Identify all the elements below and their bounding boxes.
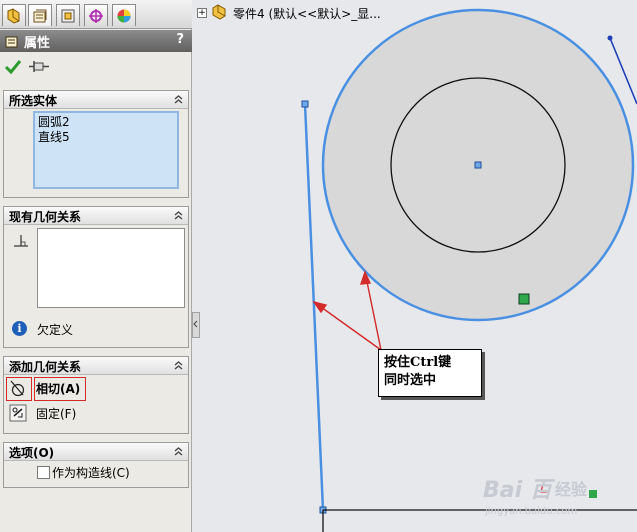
graphics-area[interactable]: + 零件4 (默认<<默认>_显... 按住Ctrl键 同时选中 Bai 百 经… [193, 0, 637, 532]
expand-plus-icon[interactable]: + [197, 8, 207, 18]
selected-entities-header[interactable]: 所选实体 [4, 91, 188, 109]
help-button[interactable]: ? [176, 32, 184, 47]
ok-check-icon[interactable] [4, 58, 22, 76]
watermark: Bai 百 经验 jingyan.baidu.com [483, 466, 623, 526]
group-title: 选项(O) [9, 446, 55, 460]
list-item[interactable]: 直线5 [38, 130, 174, 145]
watermark-logo: Bai 百 [483, 478, 552, 503]
selected-entities-list[interactable]: 圆弧2 直线5 [33, 111, 179, 189]
line-endpoint[interactable] [301, 100, 309, 108]
add-relations-header[interactable]: 添加几何关系 [4, 357, 188, 375]
annotation-arrows [312, 270, 382, 351]
property-icon [5, 36, 18, 48]
callout-line: 同时选中 [384, 373, 437, 388]
tangent-label[interactable]: 相切(A) [36, 380, 80, 397]
tab-property-manager[interactable] [28, 4, 52, 26]
sketch-canvas[interactable] [193, 0, 637, 532]
collapse-chevron-icon[interactable] [173, 446, 184, 457]
existing-relations-header[interactable]: 现有几何关系 [4, 207, 188, 225]
part-icon [212, 4, 226, 20]
property-manager-panel: 属性 ? 所选实体 圆弧2 直线5 现有几何关系 i 欠定义 添加几何关系 相切… [0, 0, 192, 532]
panel-title: 属性 [24, 36, 51, 51]
perpendicular-relation-icon [14, 235, 28, 247]
panel-title-bar: 属性 ? [0, 30, 192, 52]
status-text: 欠定义 [37, 323, 74, 337]
instruction-callout: 按住Ctrl键 同时选中 [378, 349, 482, 397]
construction-label[interactable]: 作为构造线(C) [52, 464, 130, 481]
watermark-brand: 经验 [555, 480, 588, 499]
collapse-chevron-icon[interactable] [173, 94, 184, 105]
line-endpoint[interactable] [607, 35, 613, 41]
group-title: 现有几何关系 [9, 210, 82, 224]
group-title: 所选实体 [9, 94, 58, 108]
tab-configuration-manager[interactable] [56, 4, 80, 26]
crosshair-icon [89, 8, 103, 23]
tab-dimxpert-manager[interactable] [84, 4, 108, 26]
part-name[interactable]: 零件4 (默认<<默认>_显... [233, 5, 381, 22]
center-point[interactable] [474, 161, 482, 169]
collapse-chevron-icon[interactable] [173, 210, 184, 221]
fix-anchor-icon[interactable] [9, 404, 27, 422]
construction-checkbox[interactable] [37, 466, 50, 479]
relation-glyph-icon[interactable] [518, 293, 530, 305]
configuration-icon [61, 9, 75, 22]
options-header[interactable]: 选项(O) [4, 443, 188, 461]
watermark-url: jingyan.baidu.com [485, 506, 578, 517]
info-icon: i [12, 321, 27, 336]
group-title: 添加几何关系 [9, 360, 82, 374]
property-icon [33, 9, 47, 22]
tangent-relation-button[interactable]: 相切(A) [6, 377, 176, 401]
fix-relation-button[interactable]: 固定(F) [6, 402, 176, 424]
tab-display-manager[interactable] [112, 4, 136, 26]
existing-relations-list[interactable] [37, 228, 185, 308]
callout-line: 按住Ctrl键 [384, 355, 452, 370]
list-item[interactable]: 圆弧2 [38, 115, 174, 130]
feature-tree-icon [7, 7, 20, 24]
collapse-chevron-icon[interactable] [173, 360, 184, 371]
manager-tab-strip [0, 0, 192, 29]
fix-label[interactable]: 固定(F) [36, 405, 76, 422]
appearance-icon [117, 9, 131, 22]
tab-feature-manager[interactable] [2, 4, 26, 26]
tangent-icon[interactable] [9, 379, 27, 397]
pushpin-icon[interactable] [28, 58, 50, 76]
